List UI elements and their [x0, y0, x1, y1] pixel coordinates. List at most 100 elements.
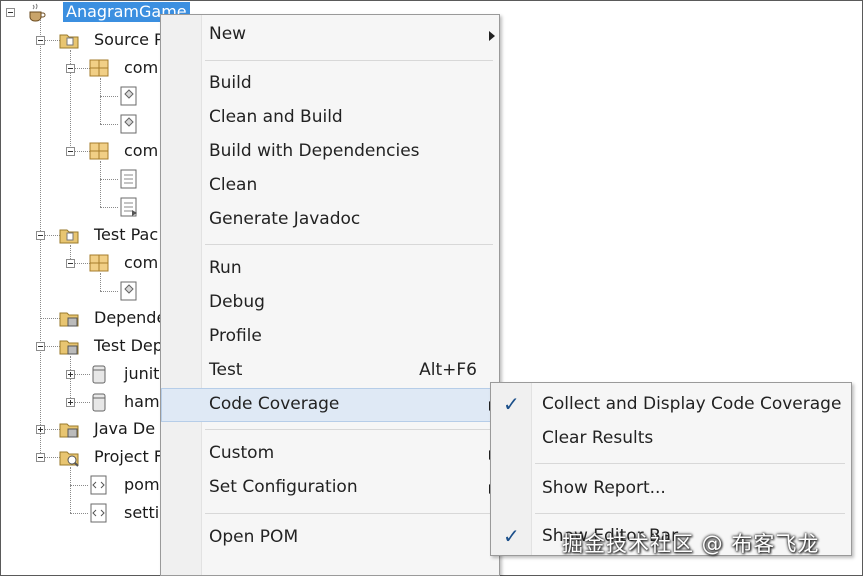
jar-icon [92, 393, 106, 412]
menu-item-label: Build [209, 73, 252, 93]
menu-item-shortcut: Alt+F6 [419, 360, 477, 380]
checkmark-icon: ✓ [503, 392, 520, 416]
tree-node-jar[interactable]: junit [124, 364, 159, 384]
menu-item-build[interactable]: Build [161, 67, 499, 101]
package-icon [89, 59, 109, 77]
jar-icon [92, 365, 106, 384]
menu-item-show-report[interactable]: Show Report... [491, 472, 851, 506]
menu-item-clear-results[interactable]: Clear Results [491, 422, 851, 456]
expand-toggle[interactable] [66, 398, 75, 407]
library-folder-icon [59, 423, 79, 438]
package-icon [89, 142, 109, 160]
tree-guide [100, 161, 101, 207]
tree-node-package[interactable]: com [124, 58, 158, 78]
tree-node-jar[interactable]: ham [124, 392, 160, 412]
tree-guide [70, 485, 88, 486]
menu-item-label: Collect and Display Code Coverage [542, 394, 842, 414]
menu-item-debug[interactable]: Debug [161, 286, 499, 320]
expand-toggle[interactable] [66, 370, 75, 379]
menu-separator [205, 244, 493, 245]
collapse-toggle[interactable] [36, 453, 45, 462]
tree-node-package[interactable]: com [124, 141, 158, 161]
submenu-arrow-icon [489, 31, 495, 41]
library-folder-icon [59, 312, 79, 327]
menu-item-set-configuration[interactable]: Set Configuration [161, 471, 499, 505]
tree-guide [70, 356, 71, 402]
context-menu: New Build Clean and Build Build with Dep… [160, 14, 500, 576]
project-files-folder-icon [59, 451, 79, 467]
tree-guide [100, 273, 101, 291]
menu-item-open-pom[interactable]: Open POM [161, 521, 499, 555]
java-file-icon [120, 281, 137, 301]
menu-item-label: Build with Dependencies [209, 141, 420, 161]
expand-toggle[interactable] [36, 425, 45, 434]
form-file-icon [120, 197, 137, 217]
menu-separator [205, 60, 493, 61]
source-folder-icon [59, 34, 79, 49]
tree-node-pom[interactable]: pom [124, 475, 160, 495]
collapse-toggle[interactable] [66, 259, 75, 268]
tree-guide [70, 467, 71, 513]
menu-item-label: Run [209, 258, 242, 278]
tree-node-package[interactable]: com [124, 253, 158, 273]
menu-item-label: Show Report... [542, 478, 666, 498]
collapse-toggle[interactable] [6, 8, 15, 17]
menu-item-profile[interactable]: Profile [161, 320, 499, 354]
xml-file-icon [90, 503, 107, 523]
java-project-icon [29, 3, 46, 22]
checkmark-icon: ✓ [503, 524, 520, 548]
collapse-toggle[interactable] [66, 147, 75, 156]
menu-item-clean-and-build[interactable]: Clean and Build [161, 101, 499, 135]
tree-node-project-files[interactable]: Project F [94, 447, 163, 467]
menu-item-label: Custom [209, 443, 275, 463]
menu-item-clean[interactable]: Clean [161, 169, 499, 203]
tree-node-settings[interactable]: setti [124, 503, 159, 523]
java-file-icon [120, 114, 137, 134]
tree-guide [70, 513, 88, 514]
menu-item-build-with-dependencies[interactable]: Build with Dependencies [161, 135, 499, 169]
menu-item-test[interactable]: Test Alt+F6 [161, 354, 499, 388]
menu-item-label: Clean [209, 175, 258, 195]
tree-guide [100, 96, 118, 97]
menu-item-label: Open POM [209, 527, 299, 547]
menu-separator [205, 513, 493, 514]
tree-node-test-packages[interactable]: Test Pac [94, 225, 158, 245]
tree-guide [100, 207, 118, 208]
tree-guide [100, 78, 101, 124]
form-file-icon [120, 169, 137, 189]
menu-item-label: Debug [209, 292, 265, 312]
library-folder-icon [59, 340, 79, 355]
tree-node-test-dependencies[interactable]: Test Dep [94, 336, 163, 356]
package-icon [89, 254, 109, 272]
menu-separator [535, 513, 845, 514]
test-folder-icon [59, 229, 79, 244]
menu-item-label: Set Configuration [209, 477, 358, 497]
collapse-toggle[interactable] [36, 36, 45, 45]
menu-item-label: Test [209, 360, 243, 380]
watermark: 掘金技术社区 @ 布客飞龙 [562, 532, 820, 556]
menu-item-code-coverage[interactable]: Code Coverage [161, 388, 499, 422]
tree-node-source-packages[interactable]: Source P [94, 30, 164, 50]
tree-guide [100, 291, 118, 292]
collapse-toggle[interactable] [36, 342, 45, 351]
collapse-toggle[interactable] [66, 64, 75, 73]
tree-guide [100, 124, 118, 125]
menu-item-generate-javadoc[interactable]: Generate Javadoc [161, 203, 499, 237]
menu-separator [205, 429, 493, 430]
menu-item-collect-coverage[interactable]: ✓ Collect and Display Code Coverage [491, 388, 851, 422]
menu-item-label: Clean and Build [209, 107, 343, 127]
menu-item-label: Clear Results [542, 428, 654, 448]
collapse-toggle[interactable] [36, 231, 45, 240]
tree-node-dependencies[interactable]: Depende [94, 308, 166, 328]
tree-guide [40, 318, 60, 319]
menu-item-run[interactable]: Run [161, 252, 499, 286]
menu-item-custom[interactable]: Custom [161, 437, 499, 471]
java-file-icon [120, 86, 137, 106]
tree-node-java-dependencies[interactable]: Java De [94, 419, 155, 439]
menu-item-label: Profile [209, 326, 262, 346]
menu-item-label: Generate Javadoc [209, 209, 361, 229]
menu-item-label: New [209, 24, 247, 44]
tree-guide [100, 179, 118, 180]
menu-item-new[interactable]: New [161, 18, 499, 52]
menu-item-label: Code Coverage [209, 394, 340, 414]
